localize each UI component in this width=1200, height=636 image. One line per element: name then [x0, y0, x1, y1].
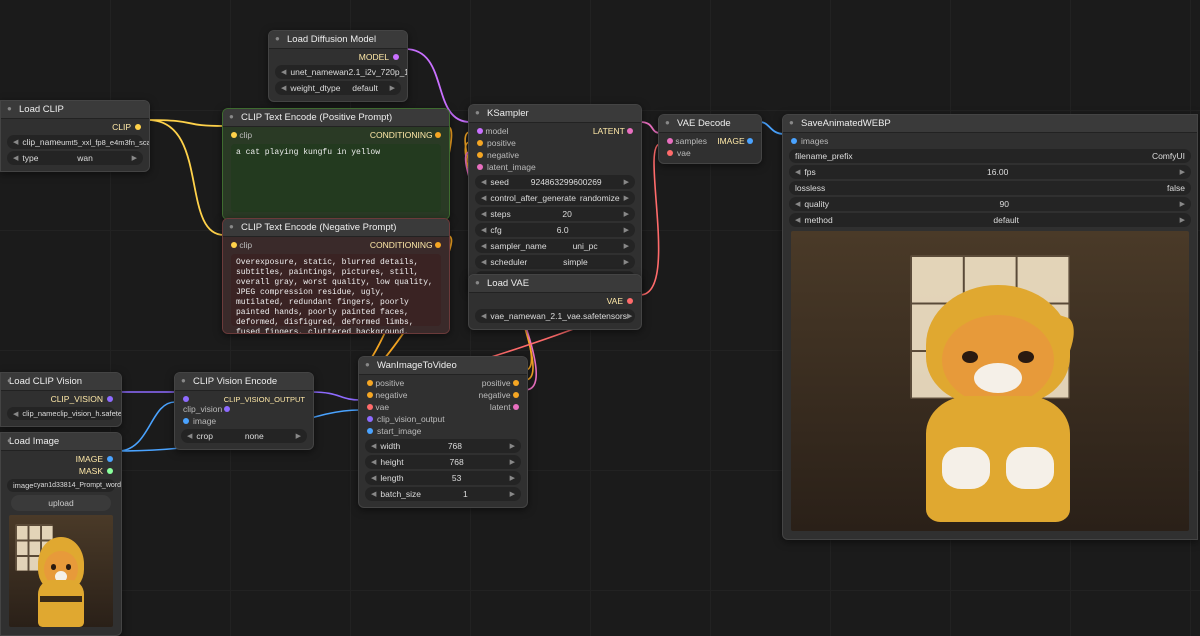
prompt-text[interactable]: Overexposure, static, blurred details, s… [231, 254, 441, 326]
node-title: CLIP Text Encode (Positive Prompt) [223, 109, 449, 127]
widget-lossless[interactable]: losslessfalse [789, 181, 1191, 195]
widget-cfg[interactable]: ◀cfg6.0▶ [475, 223, 635, 237]
widget-crop[interactable]: ◀cropnone▶ [181, 429, 307, 443]
node-title: Load VAE [469, 275, 641, 293]
output-latent: LATENT [593, 126, 625, 136]
upload-button[interactable]: upload [11, 495, 111, 511]
node-title: Load Image [1, 433, 121, 451]
input-samples: samples [675, 136, 707, 146]
output-clip: CLIP [112, 122, 131, 132]
widget-weight-dtype[interactable]: ◀weight_dtypedefault▶ [275, 81, 401, 95]
widget-batch-size[interactable]: ◀batch_size1▶ [365, 487, 521, 501]
input-model: model [485, 126, 508, 136]
node-title: KSampler [469, 105, 641, 123]
widget-image[interactable]: imagecyan1d33814_Prompt_words_sm... [7, 479, 115, 492]
input-clip-vision: clip_vision [183, 404, 222, 414]
node-title: CLIP Text Encode (Negative Prompt) [223, 219, 449, 237]
widget-control-after-generate[interactable]: ◀control_after_generaterandomize▶ [475, 191, 635, 205]
input-clip: clip [239, 130, 252, 140]
output-latent: latent [490, 402, 511, 412]
node-title: SaveAnimatedWEBP [783, 115, 1197, 133]
widget-clip-name[interactable]: ◀clip_nameclip_vision_h.safetensors▶ [7, 407, 115, 420]
node-load-vae[interactable]: Load VAE VAE ◀vae_namewan_2.1_vae.safete… [468, 274, 642, 330]
widget-sampler-name[interactable]: ◀sampler_nameuni_pc▶ [475, 239, 635, 253]
node-load-clip[interactable]: Load CLIP CLIP ◀clip_nameumt5_xxl_fp8_e4… [0, 100, 150, 172]
node-load-clip-vision[interactable]: Load CLIP Vision CLIP_VISION ◀clip_namec… [0, 372, 122, 427]
output-negative: negative [478, 390, 510, 400]
node-ksampler[interactable]: KSampler model LATENT positive negative l… [468, 104, 642, 292]
output-clip-vision: CLIP_VISION [51, 394, 103, 404]
output-model: MODEL [359, 52, 389, 62]
widget-clip-name[interactable]: ◀clip_nameumt5_xxl_fp8_e4m3fn_scaled.saf… [7, 135, 143, 149]
node-clip-text-encode-positive[interactable]: CLIP Text Encode (Positive Prompt) clip C… [222, 108, 450, 220]
output-mask: MASK [79, 466, 103, 476]
widget-steps[interactable]: ◀steps20▶ [475, 207, 635, 221]
output-preview-image [791, 231, 1189, 531]
output-image: IMAGE [76, 454, 103, 464]
input-vae: vae [375, 402, 389, 412]
node-title: WanImageToVideo [359, 357, 527, 375]
input-positive: positive [375, 378, 404, 388]
node-clip-vision-encode[interactable]: CLIP Vision Encode clip_visionCLIP_VISIO… [174, 372, 314, 450]
widget-scheduler[interactable]: ◀schedulersimple▶ [475, 255, 635, 269]
node-clip-text-encode-negative[interactable]: CLIP Text Encode (Negative Prompt) clip C… [222, 218, 450, 334]
widget-type[interactable]: ◀typewan▶ [7, 151, 143, 165]
widget-vae-name[interactable]: ◀vae_namewan_2.1_vae.safetensors▶ [475, 309, 635, 323]
input-positive: positive [487, 138, 516, 148]
widget-filename-prefix[interactable]: filename_prefixComfyUI [789, 149, 1191, 163]
widget-width[interactable]: ◀width768▶ [365, 439, 521, 453]
output-image: IMAGE [717, 136, 744, 146]
input-preview-image [9, 515, 113, 627]
output-positive: positive [482, 378, 511, 388]
widget-fps[interactable]: ◀fps16.00▶ [789, 165, 1191, 179]
node-title: Load Diffusion Model [269, 31, 407, 49]
input-images: images [801, 136, 828, 146]
output-conditioning: CONDITIONING [370, 130, 433, 140]
node-save-animated-webp[interactable]: SaveAnimatedWEBP images filename_prefixC… [782, 114, 1198, 540]
prompt-text[interactable]: a cat playing kungfu in yellow [231, 144, 441, 212]
widget-length[interactable]: ◀length53▶ [365, 471, 521, 485]
node-title: CLIP Vision Encode [175, 373, 313, 391]
node-title: Load CLIP [1, 101, 149, 119]
input-start-image: start_image [377, 426, 421, 436]
node-load-image[interactable]: Load Image IMAGE MASK imagecyan1d33814_P… [0, 432, 122, 636]
node-vae-decode[interactable]: VAE Decode samples IMAGE vae [658, 114, 762, 164]
widget-seed[interactable]: ◀seed924863299600269▶ [475, 175, 635, 189]
node-wan-image-to-video[interactable]: WanImageToVideo positive positive negativ… [358, 356, 528, 508]
widget-method[interactable]: ◀methoddefault▶ [789, 213, 1191, 227]
input-latent-image: latent_image [487, 162, 536, 172]
input-negative: negative [375, 390, 407, 400]
input-clip: clip [239, 240, 252, 250]
input-vae: vae [677, 148, 691, 158]
widget-height[interactable]: ◀height768▶ [365, 455, 521, 469]
input-clip-vision-output: clip_vision_output [377, 414, 445, 424]
widget-quality[interactable]: ◀quality90▶ [789, 197, 1191, 211]
output-clip-vision-output: CLIP_VISION_OUTPUT [224, 395, 305, 404]
node-title: VAE Decode [659, 115, 761, 133]
node-title: Load CLIP Vision [1, 373, 121, 391]
output-conditioning: CONDITIONING [370, 240, 433, 250]
node-load-diffusion-model[interactable]: Load Diffusion Model MODEL ◀unet_namewan… [268, 30, 408, 102]
input-negative: negative [487, 150, 519, 160]
input-image: image [193, 416, 216, 426]
output-vae: VAE [607, 296, 623, 306]
widget-unet-name[interactable]: ◀unet_namewan2.1_i2v_720p_14B_bf16.safet… [275, 65, 401, 79]
